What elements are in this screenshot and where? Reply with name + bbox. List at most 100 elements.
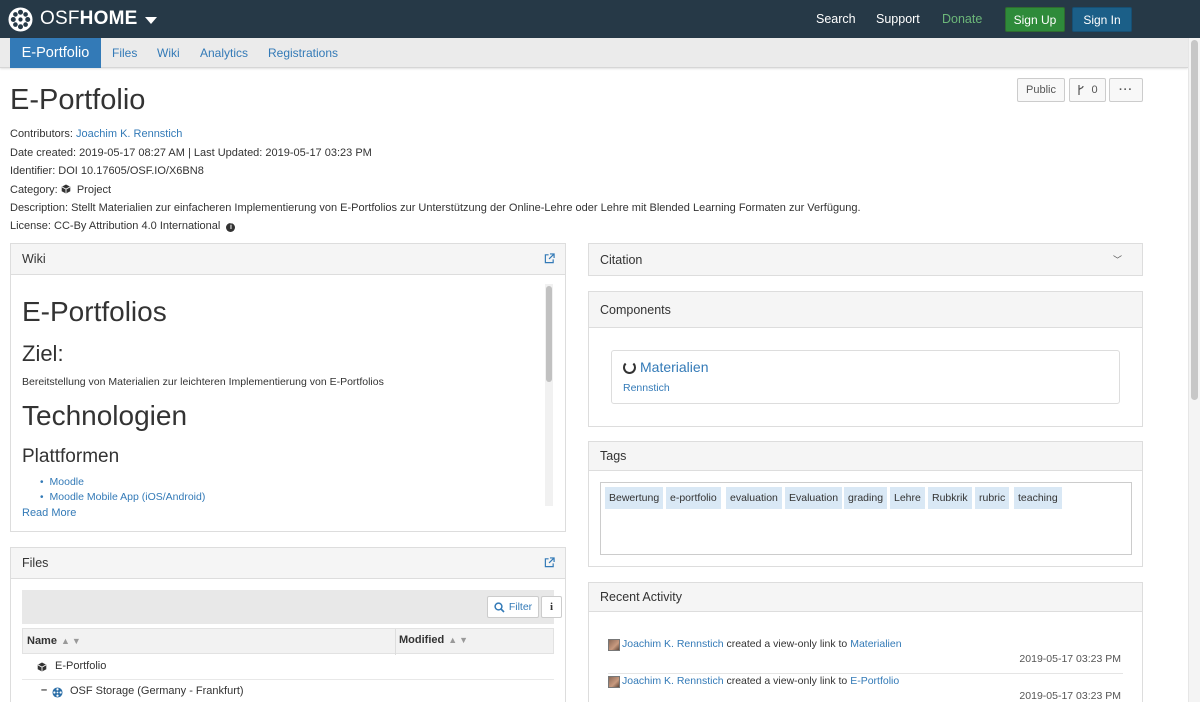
sign-in-button[interactable]: Sign In	[1072, 7, 1132, 32]
top-navbar: OSFHOME Search Support Donate Sign Up Si…	[0, 0, 1200, 38]
activity-item: Joachim K. Rennstich created a view-only…	[608, 674, 1123, 702]
wiki-scrollbar[interactable]	[545, 284, 553, 506]
tag[interactable]: teaching	[1014, 487, 1062, 509]
tag[interactable]: evaluation	[726, 487, 782, 509]
tab-files[interactable]: Files	[112, 38, 137, 68]
page-title: E-Portfolio	[10, 84, 146, 116]
osf-logo-icon	[8, 6, 33, 32]
search-link[interactable]: Search	[816, 0, 856, 38]
list-item: Moodle	[40, 476, 205, 491]
project-nav: E-Portfolio Files Wiki Analytics Registr…	[0, 38, 1188, 68]
tag[interactable]: Evaluation	[785, 487, 843, 509]
component-contributor-link[interactable]: Rennstich	[623, 382, 670, 394]
tag[interactable]: Rubkrik	[928, 487, 972, 509]
external-link-icon[interactable]	[544, 557, 555, 568]
page-scrollbar[interactable]	[1188, 38, 1200, 702]
sign-up-button[interactable]: Sign Up	[1005, 7, 1065, 32]
components-heading: Components	[600, 302, 671, 317]
citation-panel-header[interactable]: Citation ﹀	[589, 244, 1142, 275]
column-divider	[395, 629, 396, 655]
license-line: License: CC-By Attribution 4.0 Internati…	[10, 220, 236, 232]
citation-heading: Citation	[600, 252, 643, 267]
osf-storage-icon	[52, 687, 63, 698]
activity-target-link[interactable]: E-Portfolio	[850, 675, 899, 687]
tag[interactable]: Bewertung	[605, 487, 664, 509]
filter-button[interactable]: Filter	[487, 596, 539, 618]
tag[interactable]: rubric	[975, 487, 1010, 509]
tag[interactable]: e-portfolio	[666, 487, 721, 509]
wiki-heading-technologies: Technologien	[22, 400, 188, 431]
activity-target-link[interactable]: Materialien	[850, 638, 901, 650]
citation-panel[interactable]: Citation ﹀	[588, 243, 1143, 276]
activity-action: created a view-only link to	[723, 675, 851, 687]
moodle-link[interactable]: Moodle	[50, 476, 84, 488]
activity-user-link[interactable]: Joachim K. Rennstich	[622, 675, 724, 687]
column-modified-label: Modified	[399, 634, 445, 646]
page-scrollbar-thumb[interactable]	[1191, 40, 1198, 400]
recent-activity-panel: Recent Activity Joachim K. Rennstich cre…	[588, 582, 1143, 702]
components-panel-header: Components	[589, 292, 1142, 328]
activity-action: created a view-only link to	[723, 638, 851, 650]
file-name: E-Portfolio	[55, 660, 107, 672]
dates-line: Date created: 2019-05-17 08:27 AM | Last…	[10, 147, 372, 159]
contributor-link[interactable]: Joachim K. Rennstich	[76, 128, 182, 140]
public-button[interactable]: Public	[1017, 78, 1065, 102]
activity-date: 2019-05-17 03:23 PM	[1019, 690, 1121, 702]
category-line: Category: Project	[10, 184, 111, 196]
caret-down-icon[interactable]	[145, 16, 158, 24]
tag[interactable]: grading	[844, 487, 888, 509]
info-button[interactable]: i	[541, 596, 562, 618]
license-label: License:	[10, 220, 51, 232]
component-card: Materialien Rennstich	[611, 350, 1120, 404]
donate-link[interactable]: Donate	[942, 0, 982, 38]
tags-heading: Tags	[600, 449, 627, 463]
chevron-down-icon[interactable]: ﹀	[1113, 253, 1122, 266]
tag[interactable]: Lehre	[890, 487, 925, 509]
storage-name: OSF Storage (Germany - Frankfurt)	[70, 685, 244, 697]
info-icon[interactable]: i	[226, 223, 236, 232]
wiki-heading-goal: Ziel:	[22, 341, 64, 366]
files-heading: Files	[22, 556, 49, 570]
wiki-scrollbar-thumb[interactable]	[546, 286, 552, 382]
collapse-icon[interactable]: –	[41, 684, 47, 696]
column-modified[interactable]: Modified ▲▼	[399, 634, 470, 646]
external-link-icon[interactable]	[544, 253, 555, 264]
files-table-header: Name ▲▼ Modified ▲▼	[22, 628, 554, 655]
files-toolbar: Filter i	[22, 590, 562, 624]
search-icon	[494, 601, 505, 613]
osf-home-brand[interactable]: OSFHOME	[8, 6, 158, 32]
wiki-title: E-Portfolios	[22, 296, 167, 327]
loading-spinner-icon	[623, 361, 636, 374]
brand-text: OSFHOME	[40, 8, 137, 30]
sort-arrows-icon[interactable]: ▲▼	[448, 635, 470, 645]
component-title-link[interactable]: Materialien	[640, 359, 708, 375]
fork-count: 0	[1091, 84, 1098, 96]
tab-project-home[interactable]: E-Portfolio	[10, 38, 101, 68]
moodle-mobile-link[interactable]: Moodle Mobile App (iOS/Android)	[50, 491, 206, 503]
wiki-heading-platforms: Plattformen	[22, 446, 120, 467]
files-panel: Files Filter i Name ▲▼ Modified ▲▼ E-Portf…	[10, 547, 566, 702]
table-row[interactable]: E-Portfolio	[22, 654, 554, 680]
more-options-button[interactable]: ···	[1109, 78, 1143, 102]
tab-registrations[interactable]: Registrations	[268, 38, 338, 68]
description-line: Description: Stellt Materialien zur einf…	[10, 202, 861, 214]
fork-icon	[1078, 85, 1085, 95]
tab-wiki[interactable]: Wiki	[157, 38, 180, 68]
category-label: Category:	[10, 184, 58, 196]
column-name[interactable]: Name ▲▼	[27, 635, 83, 647]
filter-label: Filter	[508, 601, 533, 613]
sort-arrows-icon[interactable]: ▲▼	[61, 636, 83, 646]
tags-panel-header: Tags	[589, 442, 1142, 471]
activity-user-link[interactable]: Joachim K. Rennstich	[622, 638, 724, 650]
tab-analytics[interactable]: Analytics	[200, 38, 248, 68]
license-value[interactable]: CC-By Attribution 4.0 International	[54, 220, 220, 232]
components-panel: Components Materialien Rennstich	[588, 291, 1143, 427]
table-row[interactable]: – OSF Storage (Germany - Frankfurt)	[22, 680, 554, 702]
support-link[interactable]: Support	[876, 0, 920, 38]
read-more-link[interactable]: Read More	[22, 507, 76, 519]
wiki-heading: Wiki	[22, 252, 46, 266]
list-item: Moodle Mobile App (iOS/Android)	[40, 491, 206, 506]
tags-panel: Tags Bewertung e-portfolio evaluation Ev…	[588, 441, 1143, 567]
fork-button[interactable]: 0	[1069, 78, 1106, 102]
activity-text: Joachim K. Rennstich created a view-only…	[622, 638, 902, 650]
